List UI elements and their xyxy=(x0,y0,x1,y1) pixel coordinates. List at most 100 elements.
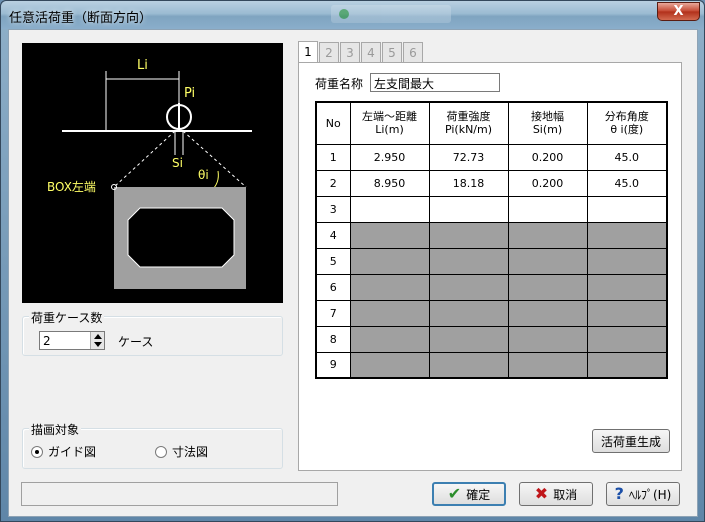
dialog-client-area: Li Pi Si θi BOX左端 荷重ケース数 2 ケース 描画対象 ガイド図… xyxy=(8,29,698,517)
draw-target-label: 描画対象 xyxy=(29,421,82,438)
tab-5[interactable]: 5 xyxy=(382,42,402,63)
row-number-cell: 4 xyxy=(315,221,351,249)
cell-si xyxy=(507,221,588,249)
cell-li xyxy=(349,299,430,327)
row-number-cell: 5 xyxy=(315,247,351,275)
row-number-cell: 2 xyxy=(315,169,351,197)
table-row: 7 xyxy=(315,299,668,327)
cancel-x-icon: ✖ xyxy=(534,484,549,503)
cell-theta xyxy=(586,273,668,301)
cell-si xyxy=(507,325,588,353)
row-number-cell: 1 xyxy=(315,143,351,171)
cell-li xyxy=(349,221,430,249)
cell-theta[interactable]: 45.0 xyxy=(586,169,668,197)
tab-2[interactable]: 2 xyxy=(319,42,339,63)
load-table: No 左端～距離 Li(m) 荷重強度 Pi(kN/m) 接地幅 Si(m) 分布角度… xyxy=(315,101,668,379)
help-label: ﾍﾙﾌﾟ(H) xyxy=(628,487,672,502)
tab-panel-1: 荷重名称 左支間最大 No 左端～距離 Li(m) 荷重強度 Pi(kN/m) 接地… xyxy=(298,62,682,471)
box-inner-opening xyxy=(127,207,235,268)
load-name-input[interactable]: 左支間最大 xyxy=(370,73,500,92)
stepper-up-icon[interactable] xyxy=(94,334,102,339)
cell-theta[interactable]: 45.0 xyxy=(586,143,668,171)
stepper-buttons[interactable] xyxy=(90,332,104,349)
guide-diagram-svg: Li Pi Si θi BOX左端 xyxy=(47,58,252,289)
table-row: 2 8.950 18.18 0.200 45.0 xyxy=(315,169,668,197)
cell-li xyxy=(349,273,430,301)
table-row: 6 xyxy=(315,273,668,301)
cell-pi xyxy=(428,221,509,249)
si-label: Si xyxy=(172,156,183,170)
cell-theta xyxy=(586,221,668,249)
cell-theta xyxy=(586,325,668,353)
ok-button[interactable]: ✔ 確定 xyxy=(432,482,506,506)
row-number-cell: 3 xyxy=(315,195,351,223)
cell-pi[interactable]: 72.73 xyxy=(428,143,509,171)
cell-theta[interactable] xyxy=(586,195,668,223)
tab-6[interactable]: 6 xyxy=(403,42,423,63)
cell-li[interactable] xyxy=(349,195,430,223)
table-row: 8 xyxy=(315,325,668,353)
load-case-count-label: 荷重ケース数 xyxy=(29,309,105,326)
dialog-window: 任意活荷重（断面方向） X Li Pi Si θi BOX左端 荷重ケース数 2… xyxy=(0,0,705,522)
check-icon: ✔ xyxy=(447,484,462,503)
stepper-down-icon[interactable] xyxy=(94,342,102,347)
cell-si[interactable] xyxy=(507,195,588,223)
table-header-row: No 左端～距離 Li(m) 荷重強度 Pi(kN/m) 接地幅 Si(m) 分布角度… xyxy=(315,101,668,145)
radio-guide-diagram-circle[interactable] xyxy=(31,445,43,458)
guide-diagram-preview: Li Pi Si θi BOX左端 xyxy=(22,43,283,303)
cell-pi[interactable]: 18.18 xyxy=(428,169,509,197)
cell-pi[interactable] xyxy=(428,195,509,223)
cell-pi xyxy=(428,247,509,275)
table-row: 3 xyxy=(315,195,668,223)
radio-dimension-diagram-label: 寸法図 xyxy=(172,445,209,459)
table-row: 5 xyxy=(315,247,668,275)
radio-dimension-diagram-circle[interactable] xyxy=(155,445,167,458)
status-bar xyxy=(21,482,338,506)
title-bar-background-artifact xyxy=(331,5,451,23)
generate-live-load-label: 活荷重生成 xyxy=(600,434,661,449)
box-left-end-label: BOX左端 xyxy=(47,179,96,194)
cell-li xyxy=(349,351,430,379)
theta-label: θi xyxy=(198,168,209,182)
cell-li xyxy=(349,325,430,353)
header-pi: 荷重強度 Pi(kN/m) xyxy=(428,101,509,145)
cell-si xyxy=(507,247,588,275)
table-row: 1 2.950 72.73 0.200 45.0 xyxy=(315,143,668,171)
header-li: 左端～距離 Li(m) xyxy=(349,101,430,145)
cell-si[interactable]: 0.200 xyxy=(507,143,588,171)
tab-3[interactable]: 3 xyxy=(340,42,360,63)
generate-live-load-button[interactable]: 活荷重生成 xyxy=(592,429,670,453)
row-number-cell: 7 xyxy=(315,299,351,327)
table-row: 4 xyxy=(315,221,668,249)
load-case-count-stepper[interactable]: 2 xyxy=(39,331,105,350)
cell-si xyxy=(507,299,588,327)
close-button[interactable]: X xyxy=(657,2,700,21)
distribution-right-dashed xyxy=(182,130,247,188)
cell-theta xyxy=(586,299,668,327)
cell-li xyxy=(349,247,430,275)
radio-dimension-diagram[interactable]: 寸法図 xyxy=(155,443,208,460)
cell-si[interactable]: 0.200 xyxy=(507,169,588,197)
cell-li[interactable]: 8.950 xyxy=(349,169,430,197)
cell-pi xyxy=(428,299,509,327)
radio-guide-diagram[interactable]: ガイド図 xyxy=(31,443,96,460)
tab-1[interactable]: 1 xyxy=(298,41,318,63)
load-name-label: 荷重名称 xyxy=(315,77,364,91)
row-number-cell: 9 xyxy=(315,351,351,379)
title-bar[interactable]: 任意活荷重（断面方向） X xyxy=(1,1,704,29)
row-number-cell: 6 xyxy=(315,273,351,301)
distribution-left-dashed xyxy=(113,130,176,188)
cell-theta xyxy=(586,351,668,379)
tab-4[interactable]: 4 xyxy=(361,42,381,63)
radio-guide-diagram-label: ガイド図 xyxy=(48,445,97,459)
pi-label: Pi xyxy=(184,86,195,101)
cancel-button[interactable]: ✖ 取消 xyxy=(519,482,593,506)
table-row: 9 xyxy=(315,351,668,379)
load-case-count-value: 2 xyxy=(43,334,51,348)
help-button[interactable]: ? ﾍﾙﾌﾟ(H) xyxy=(606,482,680,506)
cell-li[interactable]: 2.950 xyxy=(349,143,430,171)
window-title: 任意活荷重（断面方向） xyxy=(9,11,153,26)
cell-pi xyxy=(428,351,509,379)
load-case-unit: ケース xyxy=(118,335,154,349)
cell-si xyxy=(507,273,588,301)
